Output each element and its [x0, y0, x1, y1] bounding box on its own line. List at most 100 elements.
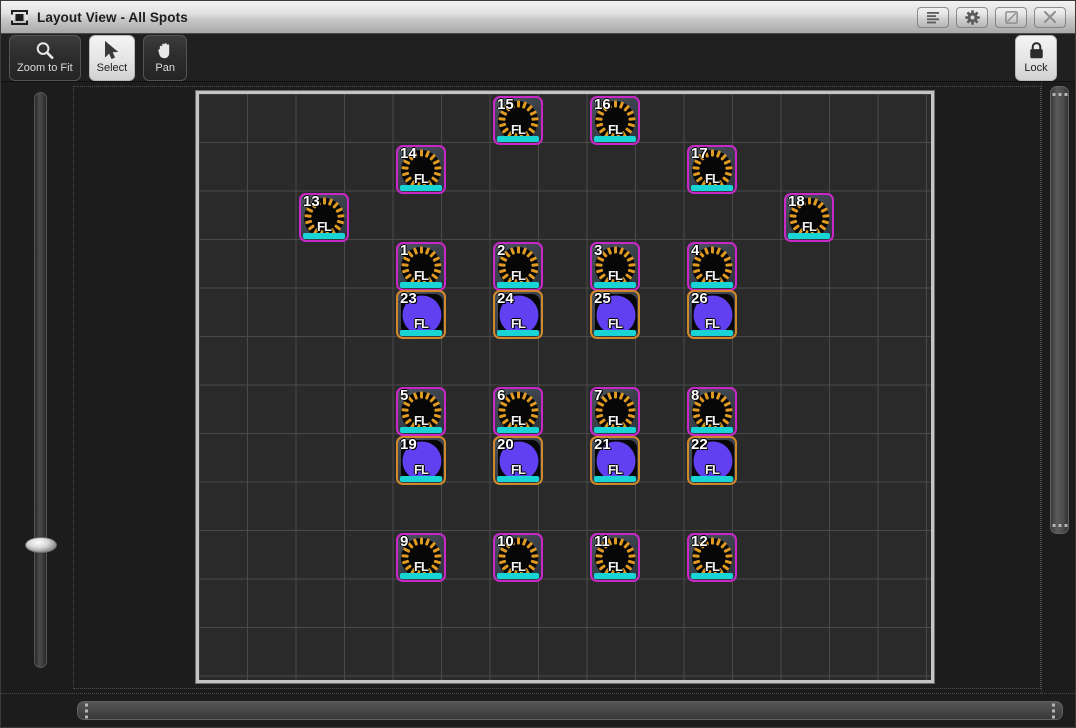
select-tool-button[interactable]: Select: [89, 35, 136, 81]
fixture-spot-4[interactable]: 4FL: [687, 242, 737, 291]
layout-window-icon: [11, 9, 28, 26]
fixture-status-strip: [497, 476, 539, 482]
fixture-status-strip: [400, 427, 442, 433]
restore-button[interactable]: [995, 7, 1027, 28]
horizontal-scrollbar-thumb[interactable]: [77, 701, 1063, 720]
pan-tool-button[interactable]: Pan: [143, 35, 187, 81]
fixture-spot-8[interactable]: 8FL: [687, 387, 737, 436]
fixture-dial: [789, 198, 829, 238]
fixture-graphic: [301, 195, 347, 240]
fixture-graphic: [786, 195, 832, 240]
fixture-dial: [595, 247, 635, 287]
vertical-scrollbar-thumb[interactable]: [1050, 86, 1069, 534]
lock-label: Lock: [1024, 62, 1047, 75]
toolbar: Zoom to Fit Select Pan: [1, 34, 1075, 82]
fixture-spot-11[interactable]: 11FL: [590, 533, 640, 582]
fixture-status-strip: [691, 573, 733, 579]
fixture-status-strip: [691, 476, 733, 482]
fixture-dial: [692, 538, 732, 578]
zoom-slider-track[interactable]: [34, 92, 47, 668]
fixture-spot-22[interactable]: 22FL: [687, 436, 737, 485]
fixture-status-strip: [691, 330, 733, 336]
fixture-spot-24[interactable]: 24FL: [493, 290, 543, 339]
lock-button[interactable]: Lock: [1015, 35, 1057, 81]
fixture-spot-19[interactable]: 19FL: [396, 436, 446, 485]
fixture-graphic: [495, 438, 541, 483]
close-button[interactable]: [1034, 7, 1066, 28]
fixture-status-strip: [400, 573, 442, 579]
page-title: Layout View - All Spots: [37, 10, 188, 25]
fixture-graphic: [689, 292, 735, 337]
fixture-status-strip: [594, 136, 636, 142]
fixture-spot-16[interactable]: 16FL: [590, 96, 640, 145]
fixture-status-strip: [497, 282, 539, 288]
zoom-slider-rail: [1, 82, 73, 693]
vertical-scrollbar[interactable]: [1041, 82, 1075, 693]
fixture-disc: [597, 296, 636, 335]
fixture-graphic: [398, 438, 444, 483]
fixture-spot-6[interactable]: 6FL: [493, 387, 543, 436]
fixture-status-strip: [594, 330, 636, 336]
fixture-graphic: [592, 244, 638, 289]
fixture-spot-1[interactable]: 1FL: [396, 242, 446, 291]
fixture-graphic: [495, 535, 541, 580]
fixture-graphic: [689, 535, 735, 580]
fixture-graphic: [495, 292, 541, 337]
fixture-status-strip: [497, 427, 539, 433]
layout-canvas[interactable]: 15FL 16FL 14FL 17FL 13FL 18FL 1FL 2FL 3FL 4FL 23FL…: [196, 91, 934, 683]
fixture-status-strip: [497, 136, 539, 142]
fixture-spot-9[interactable]: 9FL: [396, 533, 446, 582]
scroll-grip-dots: [1052, 703, 1055, 718]
fixture-spot-14[interactable]: 14FL: [396, 145, 446, 194]
zoom-to-fit-button[interactable]: Zoom to Fit: [9, 35, 81, 81]
scroll-grip-dots: [1052, 93, 1067, 96]
fixture-dial: [692, 150, 732, 190]
fixture-dial: [401, 150, 441, 190]
fixture-dial: [692, 247, 732, 287]
fixture-dial: [401, 538, 441, 578]
fixture-dial: [401, 392, 441, 432]
fixture-spot-15[interactable]: 15FL: [493, 96, 543, 145]
fixture-spot-26[interactable]: 26FL: [687, 290, 737, 339]
menu-button[interactable]: [917, 7, 949, 28]
magnifier-icon: [35, 39, 54, 61]
fixture-dial: [595, 101, 635, 141]
fixture-spot-12[interactable]: 12FL: [687, 533, 737, 582]
fixture-status-strip: [691, 427, 733, 433]
settings-button[interactable]: [956, 7, 988, 28]
fixture-status-strip: [400, 282, 442, 288]
fixture-status-strip: [400, 185, 442, 191]
fixture-spot-10[interactable]: 10FL: [493, 533, 543, 582]
fixture-disc: [694, 442, 733, 481]
horizontal-scrollbar[interactable]: [1, 693, 1075, 727]
fixture-spot-25[interactable]: 25FL: [590, 290, 640, 339]
fixture-spot-18[interactable]: 18FL: [784, 193, 834, 242]
fixture-spot-2[interactable]: 2FL: [493, 242, 543, 291]
fixture-dial: [692, 392, 732, 432]
fixture-status-strip: [497, 330, 539, 336]
fixture-spot-17[interactable]: 17FL: [687, 145, 737, 194]
fixture-spot-23[interactable]: 23FL: [396, 290, 446, 339]
zoom-slider-knob[interactable]: [25, 537, 57, 553]
fixture-spot-7[interactable]: 7FL: [590, 387, 640, 436]
padlock-icon: [1028, 39, 1045, 61]
fixture-spot-5[interactable]: 5FL: [396, 387, 446, 436]
fixture-disc: [500, 296, 539, 335]
fixture-spot-13[interactable]: 13FL: [299, 193, 349, 242]
fixture-spot-3[interactable]: 3FL: [590, 242, 640, 291]
fixture-graphic: [592, 98, 638, 143]
fixture-graphic: [398, 389, 444, 434]
fixture-status-strip: [788, 233, 830, 239]
fixture-status-strip: [594, 573, 636, 579]
fixture-spot-20[interactable]: 20FL: [493, 436, 543, 485]
fixture-graphic: [495, 389, 541, 434]
fixture-graphic: [689, 147, 735, 192]
fixture-graphic: [592, 535, 638, 580]
fixture-dial: [401, 247, 441, 287]
fixture-status-strip: [400, 476, 442, 482]
layout-viewport[interactable]: 15FL 16FL 14FL 17FL 13FL 18FL 1FL 2FL 3FL 4FL 23FL…: [73, 86, 1041, 689]
select-tool-label: Select: [97, 62, 128, 75]
hand-icon: [156, 39, 175, 61]
scroll-grip-dots: [85, 703, 88, 718]
fixture-spot-21[interactable]: 21FL: [590, 436, 640, 485]
